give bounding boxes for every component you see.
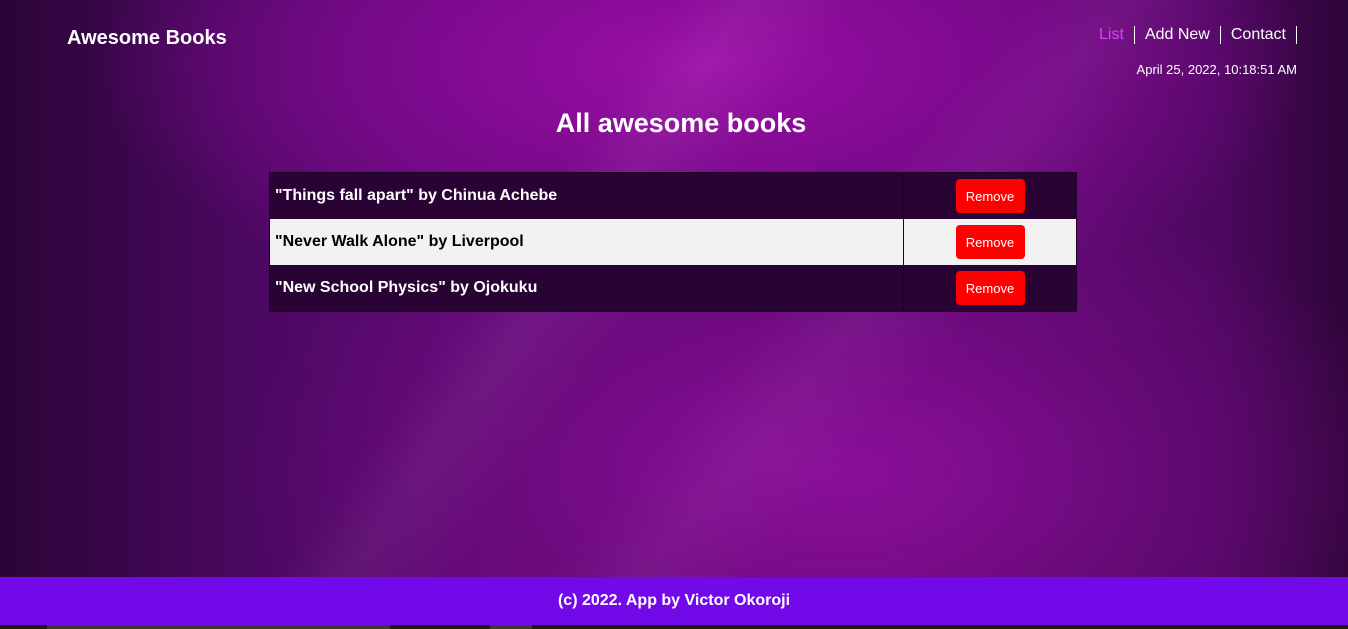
page-title: All awesome books xyxy=(555,108,807,138)
book-row: "Never Walk Alone" by Liverpool Remove xyxy=(270,219,1076,265)
book-action-cell: Remove xyxy=(904,219,1076,265)
browser-scrollbar[interactable] xyxy=(0,625,1348,629)
book-action-cell: Remove xyxy=(904,173,1076,219)
remove-button[interactable]: Remove xyxy=(955,179,1025,213)
book-list: "Things fall apart" by Chinua Achebe Rem… xyxy=(269,172,1077,312)
remove-button[interactable]: Remove xyxy=(955,225,1025,259)
nav-link-list[interactable]: List xyxy=(1089,26,1135,44)
current-datetime: April 25, 2022, 10:18:51 AM xyxy=(1136,62,1297,77)
scrollbar-segment xyxy=(490,625,532,629)
nav-link-contact[interactable]: Contact xyxy=(1221,26,1297,44)
book-action-cell: Remove xyxy=(904,265,1076,311)
book-title: "Things fall apart" by Chinua Achebe xyxy=(270,173,904,219)
footer-text: (c) 2022. App by Victor Okoroji xyxy=(557,592,791,609)
brand-title: Awesome Books xyxy=(67,27,227,49)
book-row: "New School Physics" by Ojokuku Remove xyxy=(270,265,1076,311)
book-row: "Things fall apart" by Chinua Achebe Rem… xyxy=(270,173,1076,219)
header: Awesome Books List Add New Contact April… xyxy=(0,0,1348,90)
nav-link-add-new[interactable]: Add New xyxy=(1135,26,1221,44)
book-title: "Never Walk Alone" by Liverpool xyxy=(270,219,904,265)
main-nav: List Add New Contact xyxy=(1089,26,1297,44)
remove-button[interactable]: Remove xyxy=(955,271,1025,305)
scrollbar-segment xyxy=(47,625,390,629)
footer: (c) 2022. App by Victor Okoroji xyxy=(0,577,1348,625)
book-title: "New School Physics" by Ojokuku xyxy=(270,265,904,311)
